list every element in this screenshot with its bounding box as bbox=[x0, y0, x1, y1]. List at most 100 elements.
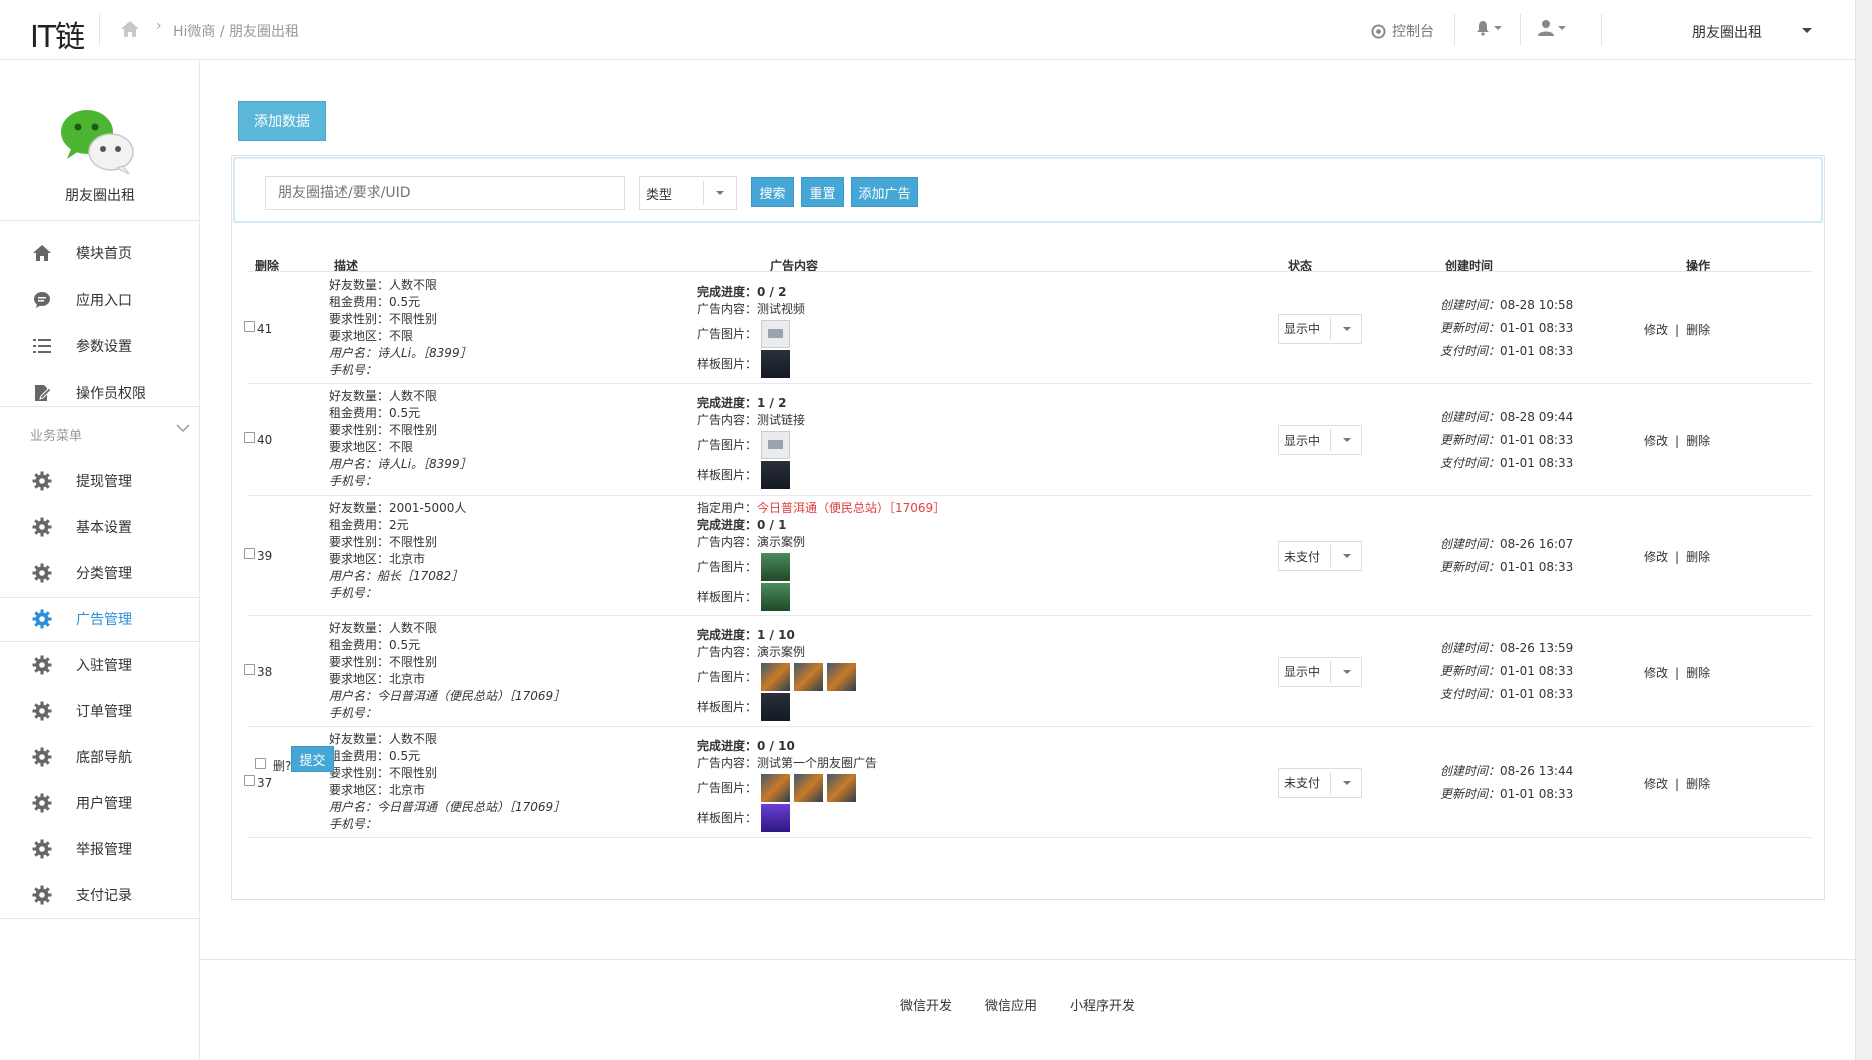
sidebar-item[interactable]: 用户管理 bbox=[0, 781, 200, 825]
ad-thumbnail-image[interactable] bbox=[761, 583, 791, 611]
field-value: 测试视频 bbox=[757, 302, 806, 316]
field-line: 要求地区： 北京市 bbox=[329, 671, 565, 688]
row-checkbox[interactable] bbox=[244, 548, 255, 559]
sidebar-item[interactable]: 操作员权限 bbox=[0, 371, 200, 415]
row-checkbox[interactable] bbox=[244, 432, 255, 443]
collapse-chevron-icon[interactable] bbox=[176, 422, 190, 436]
field-label: 手机号： bbox=[329, 706, 378, 720]
delete-link[interactable]: 删除 bbox=[1686, 777, 1710, 791]
status-select[interactable]: 未支付 bbox=[1278, 767, 1362, 798]
status-select[interactable]: 显示中 bbox=[1278, 656, 1362, 687]
ad-thumbnail-image[interactable] bbox=[761, 461, 791, 489]
field-value: 船长［17082］ bbox=[377, 569, 464, 583]
field-label: 要求性别： bbox=[329, 655, 390, 669]
status-select-value: 显示中 bbox=[1284, 433, 1321, 448]
ad-thumbnail-image[interactable] bbox=[761, 320, 791, 348]
gear-icon bbox=[32, 563, 52, 583]
add-ad-button[interactable]: 添加广告 bbox=[851, 177, 918, 207]
user-menu[interactable] bbox=[1538, 19, 1566, 36]
sidebar-item[interactable]: 支付记录 bbox=[0, 873, 200, 917]
status-select[interactable]: 显示中 bbox=[1278, 425, 1362, 455]
add-data-button[interactable]: 添加数据 bbox=[238, 101, 326, 141]
edit-link[interactable]: 修改 bbox=[1644, 323, 1668, 337]
action-divider: | bbox=[1675, 322, 1680, 337]
sidebar-item-label: 操作员权限 bbox=[76, 385, 146, 402]
row-checkbox[interactable] bbox=[244, 320, 255, 332]
chevron-down-icon bbox=[1343, 554, 1351, 558]
template-images-line: 样板图片： bbox=[697, 350, 805, 378]
ad-thumbnail-image[interactable] bbox=[761, 431, 791, 459]
ad-thumbnail-image[interactable] bbox=[761, 350, 791, 378]
footer-link[interactable]: 微信应用 bbox=[985, 995, 1037, 1014]
status-select[interactable]: 显示中 bbox=[1278, 313, 1362, 344]
row-checkbox[interactable] bbox=[244, 774, 255, 786]
action-divider: | bbox=[1675, 550, 1680, 564]
field-line: 要求性别： 不限性别 bbox=[329, 422, 472, 439]
vertical-scrollbar[interactable] bbox=[1855, 0, 1872, 1060]
breadcrumb[interactable]: Hi微商 / 朋友圈出租 bbox=[173, 21, 299, 41]
submit-button[interactable]: 提交 bbox=[291, 746, 334, 772]
header-divider bbox=[1520, 14, 1521, 46]
ad-thumbnail-image[interactable] bbox=[794, 774, 824, 802]
ad-thumbnail-image[interactable] bbox=[761, 663, 791, 691]
delete-link[interactable]: 删除 bbox=[1686, 666, 1710, 680]
footer-divider bbox=[200, 959, 1855, 960]
field-line: 好友数量： 人数不限 bbox=[329, 277, 472, 294]
search-button[interactable]: 搜索 bbox=[751, 177, 794, 207]
ad-thumbnail-image[interactable] bbox=[761, 804, 791, 832]
sidebar-item[interactable]: 基本设置 bbox=[0, 505, 200, 549]
search-input[interactable] bbox=[265, 176, 625, 210]
site-logo[interactable]: IT链 bbox=[30, 12, 85, 56]
edit-link[interactable]: 修改 bbox=[1644, 666, 1668, 680]
notifications-dropdown[interactable] bbox=[1476, 20, 1502, 36]
ad-thumbnail-image[interactable] bbox=[761, 693, 791, 721]
template-images-line: 样板图片： bbox=[697, 461, 805, 489]
sidebar-item[interactable]: 举报管理 bbox=[0, 827, 200, 871]
field-line: 好友数量： 人数不限 bbox=[329, 388, 472, 405]
table-row: 39 好友数量： 2001-5000人 租金费用： 2元 要求性别： 不限性别 要求地区： 北京… bbox=[244, 496, 1812, 616]
ad-thumbnail-image[interactable] bbox=[761, 553, 791, 581]
field-label: 广告图片： bbox=[697, 559, 758, 574]
delete-all-checkbox[interactable] bbox=[255, 758, 266, 769]
status-select-value: 显示中 bbox=[1284, 322, 1321, 336]
ad-thumbnail-image[interactable] bbox=[827, 774, 857, 802]
sidebar-item[interactable]: 应用入口 bbox=[0, 278, 200, 322]
reset-button[interactable]: 重置 bbox=[801, 177, 844, 207]
home-icon[interactable] bbox=[119, 19, 143, 41]
assigned-user-link[interactable]: 今日普洱通（便民总站）［17069］ bbox=[757, 500, 945, 517]
sidebar-item[interactable]: 分类管理 bbox=[0, 551, 200, 595]
menu-group-label: 业务菜单 bbox=[30, 429, 83, 444]
ad-thumbnail-image[interactable] bbox=[761, 774, 791, 802]
delete-link[interactable]: 删除 bbox=[1686, 550, 1710, 564]
module-switcher[interactable]: 朋友圈出租 bbox=[1692, 22, 1762, 42]
sidebar-item[interactable]: 订单管理 bbox=[0, 689, 200, 733]
footer-link[interactable]: 小程序开发 bbox=[1070, 995, 1135, 1014]
console-link[interactable]: 控制台 bbox=[1371, 21, 1434, 41]
sidebar-item[interactable]: 入驻管理 bbox=[0, 643, 200, 687]
footer-link[interactable]: 微信开发 bbox=[900, 995, 952, 1014]
sidebar-item[interactable]: 模块首页 bbox=[0, 231, 200, 275]
edit-link[interactable]: 修改 bbox=[1644, 777, 1668, 791]
delete-link[interactable]: 删除 bbox=[1686, 434, 1710, 448]
ad-thumbnail-image[interactable] bbox=[827, 663, 857, 691]
sidebar-item[interactable]: 提现管理 bbox=[0, 459, 200, 503]
delete-link[interactable]: 删除 bbox=[1686, 323, 1710, 337]
type-select[interactable]: 类型 bbox=[639, 176, 737, 210]
field-line: 要求性别： 不限性别 bbox=[329, 311, 472, 328]
field-value: 测试第一个朋友圈广告 bbox=[757, 756, 878, 770]
edit-link[interactable]: 修改 bbox=[1644, 550, 1668, 564]
field-value: 北京市 bbox=[389, 783, 426, 797]
chevron-down-icon[interactable] bbox=[1802, 28, 1812, 33]
sidebar-item[interactable]: 广告管理 bbox=[0, 597, 200, 641]
row-checkbox[interactable] bbox=[244, 663, 255, 675]
status-select-value: 未支付 bbox=[1284, 776, 1321, 790]
row-id: 41 bbox=[257, 321, 273, 336]
header-divider bbox=[1454, 14, 1455, 46]
field-value: 08-28 09:44 bbox=[1500, 409, 1574, 424]
ad-thumbnail-image[interactable] bbox=[794, 663, 824, 691]
sidebar-item[interactable]: 参数设置 bbox=[0, 324, 200, 368]
sidebar-item[interactable]: 底部导航 bbox=[0, 735, 200, 779]
status-select[interactable]: 未支付 bbox=[1278, 541, 1362, 571]
field-value: 人数不限 bbox=[389, 389, 438, 403]
edit-link[interactable]: 修改 bbox=[1644, 434, 1668, 448]
